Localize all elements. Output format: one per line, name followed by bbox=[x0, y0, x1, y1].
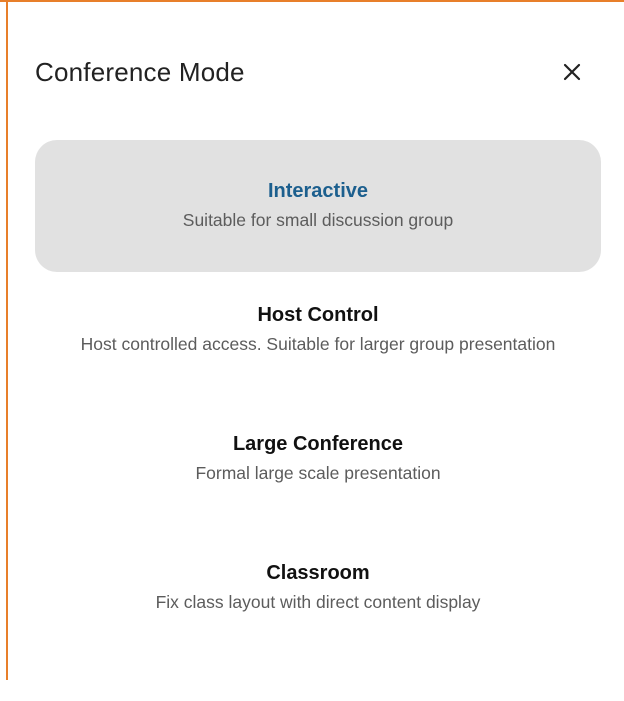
conference-mode-dialog: Conference Mode Interactive Suitable for… bbox=[0, 0, 624, 701]
mode-list: Interactive Suitable for small discussio… bbox=[35, 140, 601, 640]
dialog-title: Conference Mode bbox=[35, 56, 245, 87]
mode-option-classroom[interactable]: Classroom Fix class layout with direct c… bbox=[35, 560, 601, 640]
mode-description: Host controlled access. Suitable for lar… bbox=[80, 334, 556, 354]
dialog-left-border bbox=[6, 0, 8, 680]
mode-option-interactive[interactable]: Interactive Suitable for small discussio… bbox=[35, 140, 601, 272]
dialog-top-border bbox=[0, 0, 624, 2]
mode-description: Fix class layout with direct content dis… bbox=[155, 592, 481, 612]
mode-name: Large Conference bbox=[232, 433, 404, 455]
mode-option-host-control[interactable]: Host Control Host controlled access. Sui… bbox=[35, 272, 601, 426]
mode-description: Formal large scale presentation bbox=[195, 463, 441, 483]
dialog-header: Conference Mode bbox=[35, 52, 590, 92]
mode-description: Suitable for small discussion group bbox=[182, 210, 454, 230]
mode-name: Host Control bbox=[257, 304, 379, 326]
mode-name: Classroom bbox=[266, 562, 370, 584]
close-button[interactable] bbox=[554, 54, 590, 90]
mode-option-large-conference[interactable]: Large Conference Formal large scale pres… bbox=[35, 426, 601, 560]
close-icon bbox=[563, 63, 581, 81]
mode-name: Interactive bbox=[267, 180, 369, 202]
